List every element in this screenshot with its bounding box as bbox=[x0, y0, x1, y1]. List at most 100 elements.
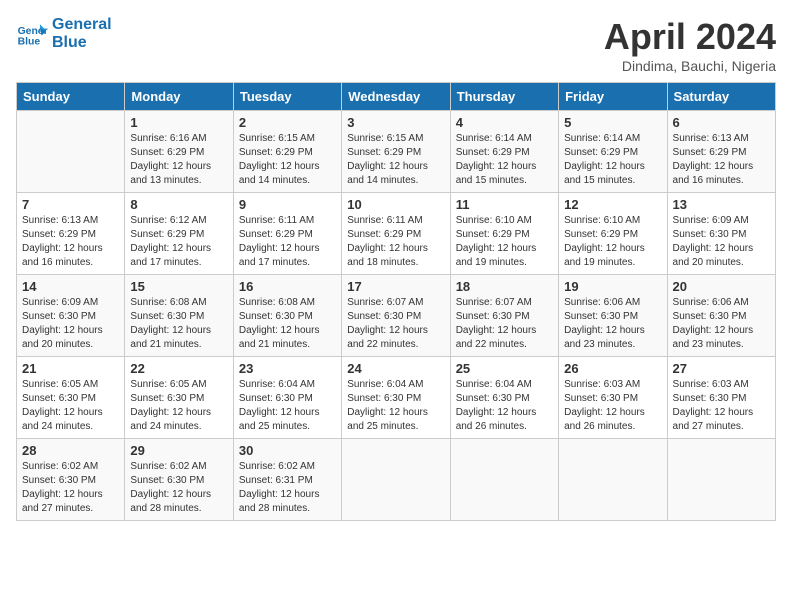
day-info: Sunrise: 6:03 AM Sunset: 6:30 PM Dayligh… bbox=[673, 378, 770, 434]
month-title: April 2024 bbox=[604, 16, 776, 58]
day-number: 27 bbox=[673, 361, 770, 376]
calendar-cell: 17 Sunrise: 6:07 AM Sunset: 6:30 PM Dayli… bbox=[342, 275, 450, 357]
day-number: 9 bbox=[239, 197, 336, 212]
calendar-week-4: 21 Sunrise: 6:05 AM Sunset: 6:30 PM Dayli… bbox=[17, 357, 776, 439]
calendar-cell: 21 Sunrise: 6:05 AM Sunset: 6:30 PM Dayli… bbox=[17, 357, 125, 439]
column-header-friday: Friday bbox=[559, 83, 667, 111]
day-info: Sunrise: 6:12 AM Sunset: 6:29 PM Dayligh… bbox=[130, 214, 227, 270]
calendar-cell: 11 Sunrise: 6:10 AM Sunset: 6:29 PM Dayli… bbox=[450, 193, 558, 275]
day-info: Sunrise: 6:05 AM Sunset: 6:30 PM Dayligh… bbox=[22, 378, 119, 434]
calendar-cell: 8 Sunrise: 6:12 AM Sunset: 6:29 PM Daylig… bbox=[125, 193, 233, 275]
day-info: Sunrise: 6:03 AM Sunset: 6:30 PM Dayligh… bbox=[564, 378, 661, 434]
day-info: Sunrise: 6:11 AM Sunset: 6:29 PM Dayligh… bbox=[347, 214, 444, 270]
calendar-cell: 2 Sunrise: 6:15 AM Sunset: 6:29 PM Daylig… bbox=[233, 111, 341, 193]
calendar-cell: 12 Sunrise: 6:10 AM Sunset: 6:29 PM Dayli… bbox=[559, 193, 667, 275]
day-number: 20 bbox=[673, 279, 770, 294]
calendar-cell: 10 Sunrise: 6:11 AM Sunset: 6:29 PM Dayli… bbox=[342, 193, 450, 275]
calendar-cell: 28 Sunrise: 6:02 AM Sunset: 6:30 PM Dayli… bbox=[17, 439, 125, 521]
day-info: Sunrise: 6:02 AM Sunset: 6:31 PM Dayligh… bbox=[239, 460, 336, 516]
calendar-cell: 18 Sunrise: 6:07 AM Sunset: 6:30 PM Dayli… bbox=[450, 275, 558, 357]
calendar-cell bbox=[559, 439, 667, 521]
page-header: General Blue General Blue April 2024 Din… bbox=[16, 16, 776, 74]
day-number: 30 bbox=[239, 443, 336, 458]
day-info: Sunrise: 6:04 AM Sunset: 6:30 PM Dayligh… bbox=[239, 378, 336, 434]
calendar-cell: 4Sunrise: 6:14 AM Sunset: 6:29 PM Daylig… bbox=[450, 111, 558, 193]
day-number: 14 bbox=[22, 279, 119, 294]
column-header-monday: Monday bbox=[125, 83, 233, 111]
logo-line2: Blue bbox=[52, 34, 112, 52]
day-number: 3 bbox=[347, 115, 444, 130]
calendar-cell: 29 Sunrise: 6:02 AM Sunset: 6:30 PM Dayli… bbox=[125, 439, 233, 521]
title-block: April 2024 Dindima, Bauchi, Nigeria bbox=[604, 16, 776, 74]
day-number: 24 bbox=[347, 361, 444, 376]
day-number: 12 bbox=[564, 197, 661, 212]
day-number: 8 bbox=[130, 197, 227, 212]
day-info: Sunrise: 6:08 AM Sunset: 6:30 PM Dayligh… bbox=[239, 296, 336, 352]
day-number: 11 bbox=[456, 197, 553, 212]
day-info: Sunrise: 6:09 AM Sunset: 6:30 PM Dayligh… bbox=[673, 214, 770, 270]
day-number: 17 bbox=[347, 279, 444, 294]
day-info: Sunrise: 6:04 AM Sunset: 6:30 PM Dayligh… bbox=[456, 378, 553, 434]
day-number: 25 bbox=[456, 361, 553, 376]
calendar-cell: 3 Sunrise: 6:15 AM Sunset: 6:29 PM Daylig… bbox=[342, 111, 450, 193]
column-header-thursday: Thursday bbox=[450, 83, 558, 111]
day-info: Sunrise: 6:13 AM Sunset: 6:29 PM Dayligh… bbox=[673, 132, 770, 188]
day-info: Sunrise: 6:09 AM Sunset: 6:30 PM Dayligh… bbox=[22, 296, 119, 352]
day-number: 29 bbox=[130, 443, 227, 458]
day-number: 15 bbox=[130, 279, 227, 294]
calendar-week-3: 14 Sunrise: 6:09 AM Sunset: 6:30 PM Dayli… bbox=[17, 275, 776, 357]
day-info: Sunrise: 6:06 AM Sunset: 6:30 PM Dayligh… bbox=[673, 296, 770, 352]
day-number: 13 bbox=[673, 197, 770, 212]
day-info: Sunrise: 6:04 AM Sunset: 6:30 PM Dayligh… bbox=[347, 378, 444, 434]
calendar-cell: 27 Sunrise: 6:03 AM Sunset: 6:30 PM Dayli… bbox=[667, 357, 775, 439]
day-number: 10 bbox=[347, 197, 444, 212]
day-info: Sunrise: 6:02 AM Sunset: 6:30 PM Dayligh… bbox=[130, 460, 227, 516]
calendar-cell: 25 Sunrise: 6:04 AM Sunset: 6:30 PM Dayli… bbox=[450, 357, 558, 439]
calendar-cell: 16 Sunrise: 6:08 AM Sunset: 6:30 PM Dayli… bbox=[233, 275, 341, 357]
day-number: 7 bbox=[22, 197, 119, 212]
calendar-cell bbox=[450, 439, 558, 521]
day-info: Sunrise: 6:13 AM Sunset: 6:29 PM Dayligh… bbox=[22, 214, 119, 270]
day-info: Sunrise: 6:10 AM Sunset: 6:29 PM Dayligh… bbox=[456, 214, 553, 270]
day-info: Sunrise: 6:02 AM Sunset: 6:30 PM Dayligh… bbox=[22, 460, 119, 516]
day-number: 21 bbox=[22, 361, 119, 376]
calendar-cell: 19Sunrise: 6:06 AM Sunset: 6:30 PM Dayli… bbox=[559, 275, 667, 357]
calendar-week-2: 7 Sunrise: 6:13 AM Sunset: 6:29 PM Daylig… bbox=[17, 193, 776, 275]
calendar-cell bbox=[17, 111, 125, 193]
calendar-cell: 7 Sunrise: 6:13 AM Sunset: 6:29 PM Daylig… bbox=[17, 193, 125, 275]
calendar-cell: 1 Sunrise: 6:16 AM Sunset: 6:29 PM Daylig… bbox=[125, 111, 233, 193]
day-info: Sunrise: 6:10 AM Sunset: 6:29 PM Dayligh… bbox=[564, 214, 661, 270]
day-info: Sunrise: 6:16 AM Sunset: 6:29 PM Dayligh… bbox=[130, 132, 227, 188]
calendar-cell: 30 Sunrise: 6:02 AM Sunset: 6:31 PM Dayli… bbox=[233, 439, 341, 521]
day-info: Sunrise: 6:07 AM Sunset: 6:30 PM Dayligh… bbox=[347, 296, 444, 352]
calendar-cell: 6Sunrise: 6:13 AM Sunset: 6:29 PM Daylig… bbox=[667, 111, 775, 193]
day-info: Sunrise: 6:15 AM Sunset: 6:29 PM Dayligh… bbox=[239, 132, 336, 188]
column-header-tuesday: Tuesday bbox=[233, 83, 341, 111]
day-number: 18 bbox=[456, 279, 553, 294]
day-info: Sunrise: 6:06 AM Sunset: 6:30 PM Dayligh… bbox=[564, 296, 661, 352]
location: Dindima, Bauchi, Nigeria bbox=[604, 58, 776, 74]
day-info: Sunrise: 6:15 AM Sunset: 6:29 PM Dayligh… bbox=[347, 132, 444, 188]
day-number: 1 bbox=[130, 115, 227, 130]
calendar-week-5: 28 Sunrise: 6:02 AM Sunset: 6:30 PM Dayli… bbox=[17, 439, 776, 521]
calendar-cell: 5 Sunrise: 6:14 AM Sunset: 6:29 PM Daylig… bbox=[559, 111, 667, 193]
calendar-week-1: 1 Sunrise: 6:16 AM Sunset: 6:29 PM Daylig… bbox=[17, 111, 776, 193]
day-number: 4 bbox=[456, 115, 553, 130]
day-number: 28 bbox=[22, 443, 119, 458]
day-number: 16 bbox=[239, 279, 336, 294]
logo: General Blue General Blue bbox=[16, 16, 112, 51]
calendar-cell bbox=[667, 439, 775, 521]
day-number: 5 bbox=[564, 115, 661, 130]
day-info: Sunrise: 6:14 AM Sunset: 6:29 PM Dayligh… bbox=[564, 132, 661, 188]
svg-text:Blue: Blue bbox=[18, 36, 41, 47]
day-info: Sunrise: 6:08 AM Sunset: 6:30 PM Dayligh… bbox=[130, 296, 227, 352]
day-number: 2 bbox=[239, 115, 336, 130]
calendar-cell bbox=[342, 439, 450, 521]
day-info: Sunrise: 6:07 AM Sunset: 6:30 PM Dayligh… bbox=[456, 296, 553, 352]
column-header-saturday: Saturday bbox=[667, 83, 775, 111]
day-number: 23 bbox=[239, 361, 336, 376]
calendar-table: SundayMondayTuesdayWednesdayThursdayFrid… bbox=[16, 82, 776, 521]
calendar-cell: 14 Sunrise: 6:09 AM Sunset: 6:30 PM Dayli… bbox=[17, 275, 125, 357]
column-header-wednesday: Wednesday bbox=[342, 83, 450, 111]
calendar-header-row: SundayMondayTuesdayWednesdayThursdayFrid… bbox=[17, 83, 776, 111]
